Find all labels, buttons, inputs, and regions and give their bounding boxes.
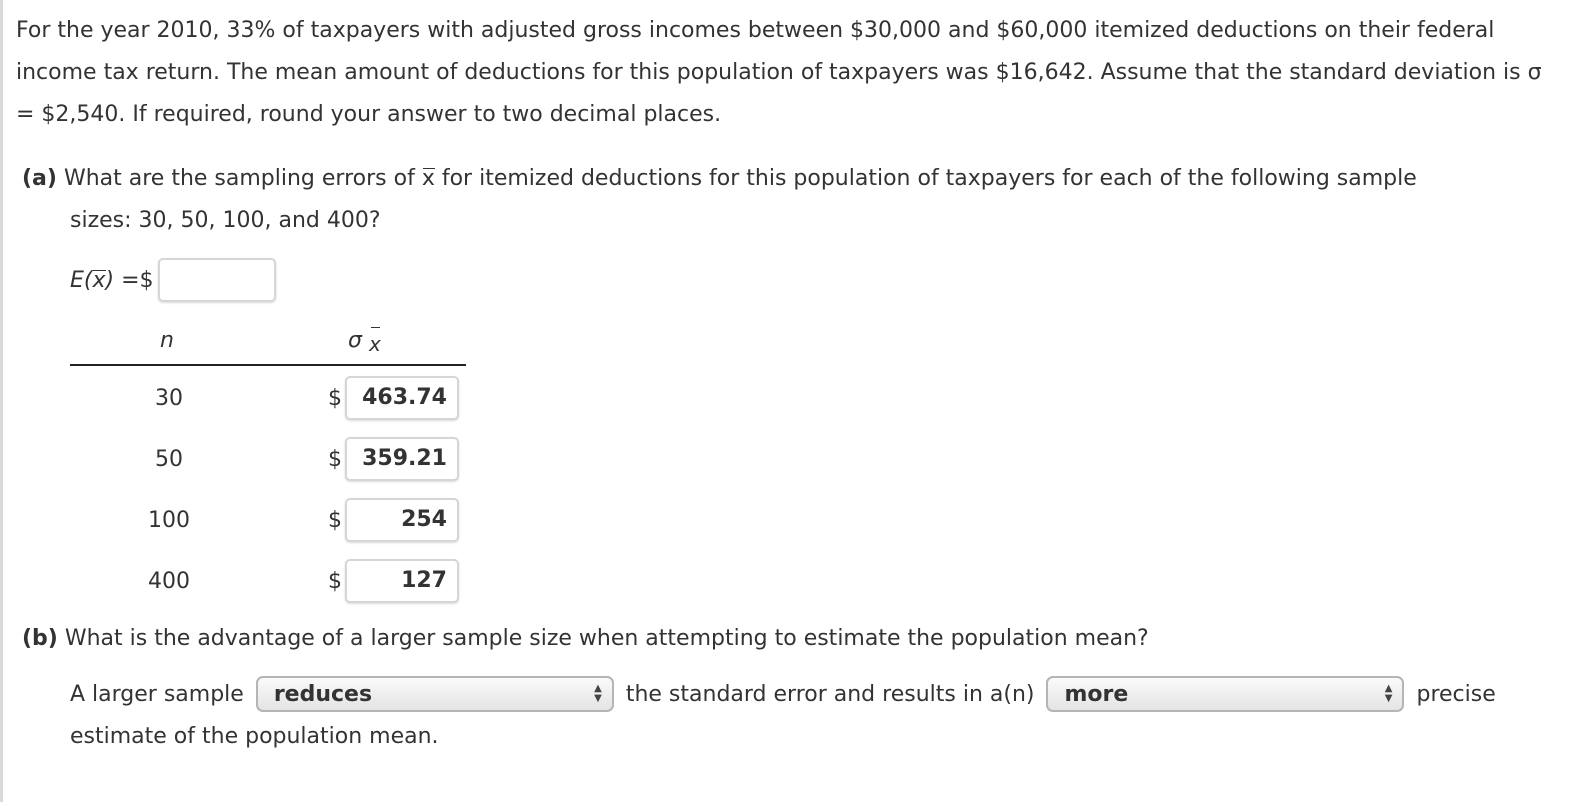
precision-select[interactable]: more ▲ ▼ bbox=[1046, 676, 1405, 712]
select-arrows-icon: ▲ ▼ bbox=[594, 683, 602, 704]
expected-value-row: E(x) = $ bbox=[70, 258, 276, 302]
standard-error-effect-select[interactable]: reduces ▲ ▼ bbox=[255, 676, 614, 712]
sampling-error-input[interactable]: 127 bbox=[345, 559, 459, 603]
expected-value-input[interactable] bbox=[157, 258, 276, 302]
table-row: 100 $ 254 bbox=[70, 498, 470, 546]
expected-value-label: E(x) = bbox=[70, 267, 140, 293]
part-b-answer-line: A larger sample reduces ▲ ▼ the standard … bbox=[70, 672, 1496, 716]
part-b-answer-line2: estimate of the population mean. bbox=[70, 724, 439, 749]
part-b-question: (b) What is the advantage of a larger sa… bbox=[22, 626, 1149, 651]
table-header: n σ x bbox=[70, 326, 466, 366]
table-row: 50 $ 359.21 bbox=[70, 437, 470, 485]
part-b-label: (b) bbox=[22, 626, 58, 651]
column-header-n: n bbox=[160, 328, 174, 353]
sampling-error-input[interactable]: 254 bbox=[345, 498, 459, 542]
table-row: 30 $ 463.74 bbox=[70, 376, 470, 424]
select-arrows-icon: ▲ ▼ bbox=[1384, 683, 1393, 704]
part-a-question: (a) What are the sampling errors of x fo… bbox=[22, 166, 1417, 191]
part-a-label: (a) bbox=[22, 166, 57, 191]
table-row: 400 $ 127 bbox=[70, 559, 470, 607]
left-border bbox=[0, 0, 3, 802]
sampling-error-input[interactable]: 463.74 bbox=[345, 376, 459, 420]
sampling-error-input[interactable]: 359.21 bbox=[345, 437, 459, 481]
column-header-sigma-xbar: σ x bbox=[348, 328, 381, 356]
part-a-question-line2: sizes: 30, 50, 100, and 400? bbox=[70, 208, 381, 233]
problem-intro: For the year 2010, 33% of taxpayers with… bbox=[16, 18, 1542, 127]
